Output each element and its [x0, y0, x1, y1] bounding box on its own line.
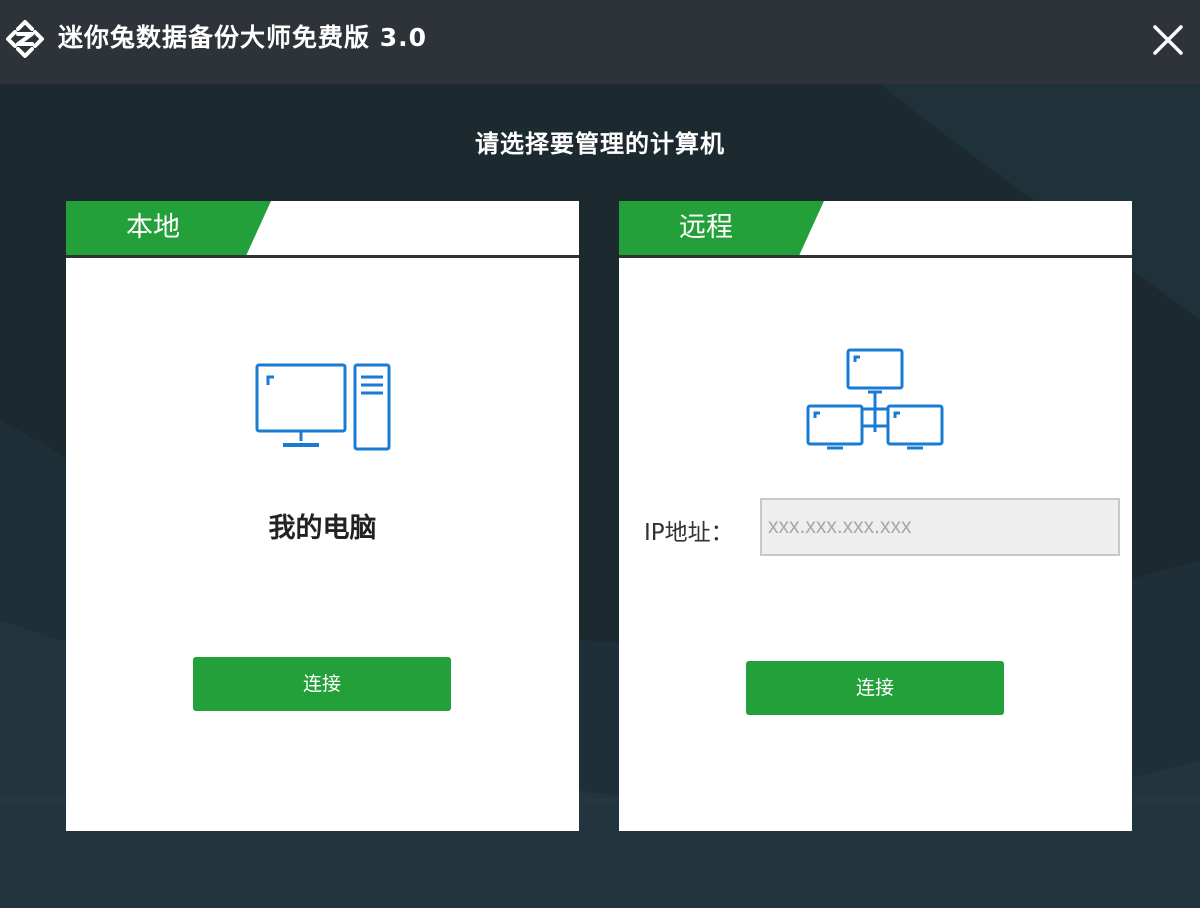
tab-local-label: 本地	[126, 212, 180, 243]
ip-address-input[interactable]	[760, 498, 1120, 556]
app-title: 迷你兔数据备份大师免费版 3.0	[58, 23, 427, 52]
card-header: 本地	[66, 201, 579, 258]
local-computer-card: 本地 我的电脑 连接	[66, 201, 579, 831]
desktop-computer-icon	[255, 363, 391, 451]
app-window: 迷你兔数据备份大师免费版 3.0 请选择要管理的计算机 本地 我的电脑 连接 远…	[0, 0, 1200, 908]
local-connect-button[interactable]: 连接	[193, 657, 451, 711]
ip-address-label: IP地址：	[644, 520, 734, 546]
remote-connect-button[interactable]: 连接	[746, 661, 1004, 715]
remote-computer-card: 远程 IP地址： 连接	[619, 201, 1132, 831]
card-header: 远程	[619, 201, 1132, 258]
app-logo-icon	[6, 20, 44, 58]
close-icon[interactable]	[1150, 22, 1186, 58]
title-bar: 迷你兔数据备份大师免费版 3.0	[0, 0, 1200, 84]
tab-remote-label: 远程	[679, 212, 733, 243]
page-title: 请选择要管理的计算机	[475, 130, 725, 158]
computer-name: 我的电脑	[268, 513, 377, 544]
network-icon	[806, 348, 944, 450]
